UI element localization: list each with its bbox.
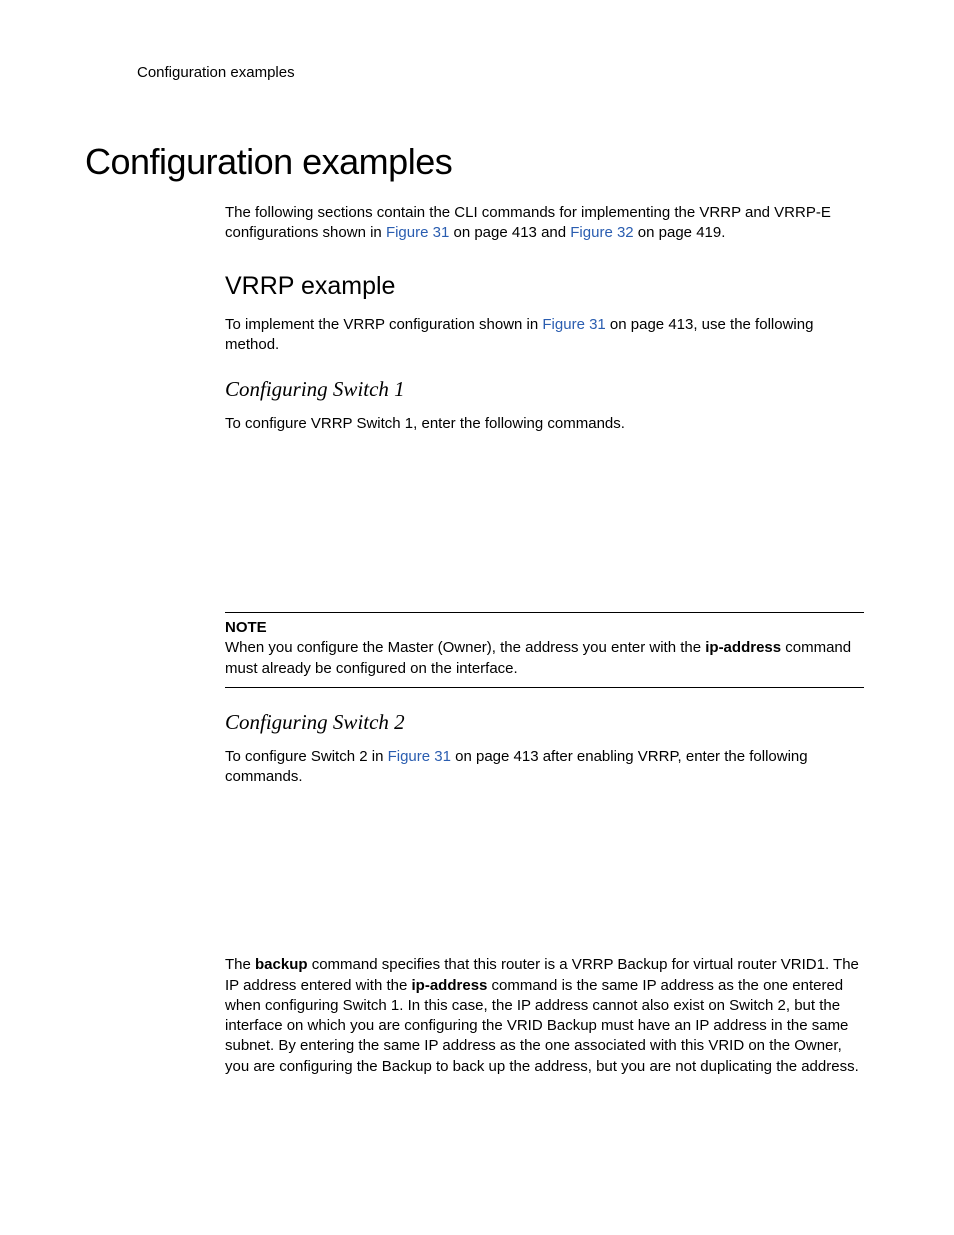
configuring-switch-2-heading: Configuring Switch 2 — [225, 710, 864, 735]
intro-paragraph: The following sections contain the CLI c… — [225, 203, 864, 244]
configuring-switch-1-heading: Configuring Switch 1 — [225, 377, 864, 402]
running-header: Configuration examples — [137, 64, 864, 81]
switch-1-paragraph: To configure VRRP Switch 1, enter the fo… — [225, 414, 864, 434]
backup-term: backup — [255, 956, 308, 973]
code-placeholder — [225, 452, 864, 612]
figure-31-link[interactable]: Figure 31 — [386, 224, 449, 241]
backup-paragraph: The backup command specifies that this r… — [225, 955, 864, 1077]
text: When you configure the Master (Owner), t… — [225, 639, 705, 656]
code-placeholder — [225, 805, 864, 955]
text: on page 419. — [634, 224, 726, 241]
text: on page 413 and — [449, 224, 570, 241]
document-page: Configuration examples Configuration exa… — [0, 0, 954, 1235]
text: To configure Switch 2 in — [225, 748, 388, 765]
figure-31-link[interactable]: Figure 31 — [542, 316, 605, 333]
text: The — [225, 956, 255, 973]
vrrp-intro-paragraph: To implement the VRRP configuration show… — [225, 315, 864, 356]
note-box: NOTE When you configure the Master (Owne… — [225, 612, 864, 688]
note-text: When you configure the Master (Owner), t… — [225, 638, 864, 679]
switch-2-paragraph: To configure Switch 2 in Figure 31 on pa… — [225, 747, 864, 788]
ip-address-term: ip-address — [705, 639, 781, 656]
note-label: NOTE — [225, 619, 864, 636]
ip-address-term: ip-address — [412, 977, 488, 994]
figure-31-link[interactable]: Figure 31 — [388, 748, 451, 765]
page-title: Configuration examples — [85, 141, 864, 183]
vrrp-example-heading: VRRP example — [225, 272, 864, 301]
body-content: The following sections contain the CLI c… — [225, 203, 864, 1077]
text: To implement the VRRP configuration show… — [225, 316, 542, 333]
figure-32-link[interactable]: Figure 32 — [570, 224, 633, 241]
